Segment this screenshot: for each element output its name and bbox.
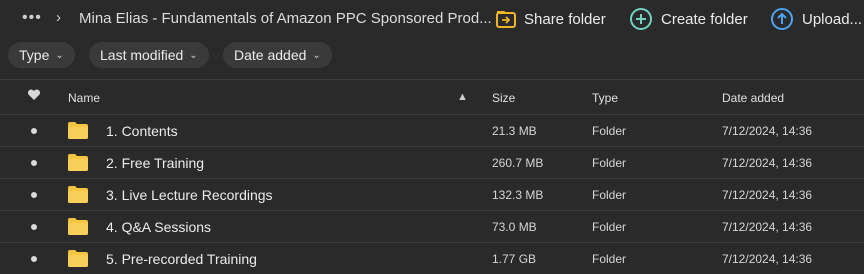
chevron-down-icon: ⌄ (189, 49, 198, 61)
share-folder-label: Share folder (524, 10, 606, 28)
row-name: 2. Free Training (106, 155, 205, 171)
share-folder-icon (496, 11, 516, 28)
row-size: 132.3 MB (492, 188, 544, 202)
last-modified-filter-label: Last modified (100, 47, 184, 63)
breadcrumb-chevron-icon: › (56, 9, 61, 26)
upload-button[interactable]: Upload... (770, 6, 862, 32)
table-header: Name ▲ Size Type Date added (0, 80, 864, 114)
row-type: Folder (592, 156, 627, 170)
folder-icon (68, 218, 88, 235)
row-size: 73.0 MB (492, 220, 537, 234)
folder-icon (68, 186, 88, 203)
sort-ascending-icon[interactable]: ▲ (457, 91, 468, 103)
create-folder-button[interactable]: Create folder (629, 6, 748, 32)
column-header-name[interactable]: Name (68, 91, 100, 105)
favorite-dot-icon[interactable] (31, 128, 37, 134)
date-added-filter-chip[interactable]: Date added ⌄ (223, 42, 332, 68)
upload-label: Upload... (802, 10, 863, 28)
column-header-type[interactable]: Type (592, 91, 618, 105)
favorite-dot-icon[interactable] (31, 160, 37, 166)
table-row[interactable]: 1. Contents 21.3 MB Folder 7/12/2024, 14… (0, 114, 864, 146)
plus-circle-icon (630, 8, 652, 30)
table-row[interactable]: 4. Q&A Sessions 73.0 MB Folder 7/12/2024… (0, 210, 864, 242)
more-dots-icon[interactable]: ••• (22, 9, 42, 27)
row-date-added: 7/12/2024, 14:36 (722, 252, 813, 266)
table-row[interactable]: 5. Pre-recorded Training 1.77 GB Folder … (0, 242, 864, 274)
row-type: Folder (592, 124, 627, 138)
row-size: 1.77 GB (492, 252, 537, 266)
top-bar: ••• › Mina Elias - Fundamentals of Amazo… (0, 0, 864, 38)
favorite-dot-icon[interactable] (31, 256, 37, 262)
row-name: 1. Contents (106, 123, 178, 139)
row-date-added: 7/12/2024, 14:36 (722, 220, 813, 234)
column-header-size[interactable]: Size (492, 91, 515, 105)
filter-bar: Type ⌄ Last modified ⌄ Date added ⌄ (0, 40, 864, 70)
row-name: 4. Q&A Sessions (106, 219, 212, 235)
folder-icon (68, 154, 88, 171)
row-type: Folder (592, 252, 627, 266)
row-date-added: 7/12/2024, 14:36 (722, 188, 813, 202)
chevron-down-icon: ⌄ (312, 49, 321, 61)
last-modified-filter-chip[interactable]: Last modified ⌄ (89, 42, 209, 68)
heart-icon[interactable] (27, 89, 41, 104)
row-size: 21.3 MB (492, 124, 537, 138)
row-type: Folder (592, 220, 627, 234)
table-row[interactable]: 2. Free Training 260.7 MB Folder 7/12/20… (0, 146, 864, 178)
column-header-date-added[interactable]: Date added (722, 91, 784, 105)
breadcrumb-current-folder[interactable]: Mina Elias - Fundamentals of Amazon PPC … (79, 10, 492, 27)
row-date-added: 7/12/2024, 14:36 (722, 156, 813, 170)
folder-icon (68, 122, 88, 139)
folder-icon (68, 250, 88, 267)
favorite-dot-icon[interactable] (31, 224, 37, 230)
row-size: 260.7 MB (492, 156, 544, 170)
row-name: 5. Pre-recorded Training (106, 251, 257, 267)
create-folder-label: Create folder (661, 10, 748, 28)
share-folder-button[interactable]: Share folder (496, 6, 606, 32)
upload-icon (771, 8, 793, 30)
chevron-down-icon: ⌄ (55, 49, 64, 61)
table-row[interactable]: 3. Live Lecture Recordings 132.3 MB Fold… (0, 178, 864, 210)
favorite-dot-icon[interactable] (31, 192, 37, 198)
type-filter-label: Type (19, 47, 50, 63)
row-name: 3. Live Lecture Recordings (106, 187, 273, 203)
date-added-filter-label: Date added (234, 47, 307, 63)
type-filter-chip[interactable]: Type ⌄ (8, 42, 75, 68)
row-date-added: 7/12/2024, 14:36 (722, 124, 813, 138)
row-type: Folder (592, 188, 627, 202)
